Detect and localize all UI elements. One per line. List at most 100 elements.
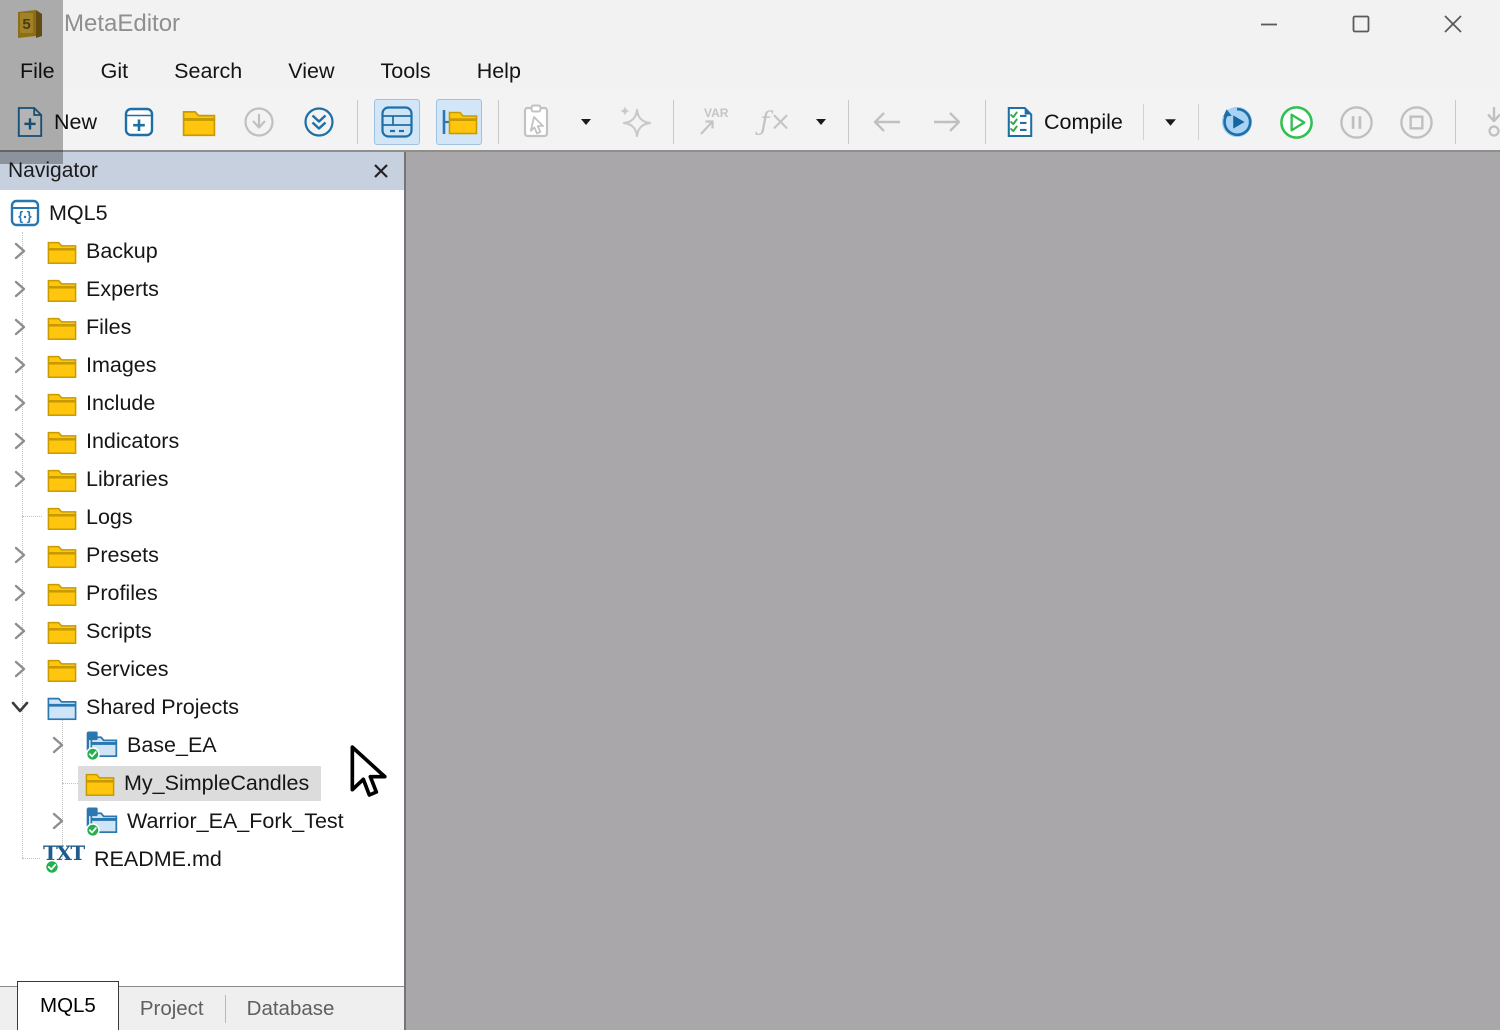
folder-icon <box>47 238 77 265</box>
layout-icon <box>380 105 414 139</box>
debug-restart-icon <box>1219 104 1255 140</box>
open-folder-button[interactable] <box>177 100 221 144</box>
start-button[interactable] <box>1275 100 1319 144</box>
tab-mql5[interactable]: MQL5 <box>17 981 119 1030</box>
tree-item-mql5-root[interactable]: { } MQL5 <box>0 194 404 232</box>
tree-item-shared-projects[interactable]: Shared Projects <box>0 688 404 726</box>
chevron-right-icon[interactable] <box>48 734 72 756</box>
chevron-placeholder <box>48 772 72 794</box>
tree-item-include[interactable]: Include <box>0 384 404 422</box>
menu-view[interactable]: View <box>288 59 334 84</box>
ai-assistant-button <box>613 100 657 144</box>
step-into-icon <box>1479 104 1500 140</box>
download-all-icon <box>302 105 336 139</box>
tree-item-presets[interactable]: Presets <box>0 536 404 574</box>
tree-item-libraries[interactable]: Libraries <box>0 460 404 498</box>
folder-icon <box>47 504 77 531</box>
svg-text:ƒ×: ƒ× <box>755 107 789 137</box>
folder-icon <box>47 428 77 455</box>
tab-label: Project <box>140 997 204 1021</box>
back-arrow-icon <box>869 106 905 138</box>
chevron-placeholder <box>10 848 34 870</box>
navigator-panel: Navigator { } MQL5 Backup <box>0 152 406 1030</box>
tree-item-label: Experts <box>86 277 159 302</box>
toggle-windows-button[interactable] <box>374 99 420 145</box>
pause-icon <box>1338 104 1375 141</box>
chevron-right-icon[interactable] <box>10 278 34 300</box>
minimize-icon <box>1258 13 1280 35</box>
tree-item-backup[interactable]: Backup <box>0 232 404 270</box>
tree-item-services[interactable]: Services <box>0 650 404 688</box>
tree-item-profiles[interactable]: Profiles <box>0 574 404 612</box>
chevron-right-icon[interactable] <box>10 544 34 566</box>
selected-item-highlight[interactable]: My_SimpleCandles <box>78 766 321 801</box>
title-bar: 5 MetaEditor <box>0 0 1500 48</box>
minimize-button[interactable] <box>1252 7 1286 41</box>
forward-arrow-icon <box>929 106 965 138</box>
tree-item-images[interactable]: Images <box>0 346 404 384</box>
paste-button <box>515 100 559 144</box>
watch-variable-button: VAR <box>690 100 734 144</box>
maximize-button[interactable] <box>1344 7 1378 41</box>
function-dropdown-button[interactable] <box>810 100 832 144</box>
chevron-right-icon[interactable] <box>10 582 34 604</box>
open-folder-icon <box>182 107 216 137</box>
navigator-title: Navigator <box>8 159 98 183</box>
tree-item-label: README.md <box>94 847 222 872</box>
start-play-icon <box>1278 104 1315 141</box>
tree-item-label: Scripts <box>86 619 152 644</box>
tree-item-experts[interactable]: Experts <box>0 270 404 308</box>
tree-item-label: Logs <box>86 505 133 530</box>
tree-item-files[interactable]: Files <box>0 308 404 346</box>
chevron-right-icon[interactable] <box>48 810 72 832</box>
chevron-right-icon[interactable] <box>10 354 34 376</box>
tab-database[interactable]: Database <box>226 987 356 1030</box>
tab-project[interactable]: Project <box>119 987 225 1030</box>
chevron-right-icon[interactable] <box>10 658 34 680</box>
chevron-right-icon[interactable] <box>10 430 34 452</box>
navigator-tab-bar: MQL5 Project Database <box>0 986 404 1030</box>
folder-icon <box>47 276 77 303</box>
chevron-right-icon[interactable] <box>10 468 34 490</box>
tree-item-readme[interactable]: TXT README.md <box>0 840 404 878</box>
navigator-header: Navigator <box>0 152 404 190</box>
tree-item-logs[interactable]: Logs <box>0 498 404 536</box>
tree-item-warrior-ea-fork-test[interactable]: Warrior_EA_Fork_Test <box>0 802 404 840</box>
chevron-down-icon[interactable] <box>10 696 34 718</box>
menu-tools[interactable]: Tools <box>380 59 430 84</box>
toggle-navigator-button[interactable] <box>436 99 482 145</box>
close-icon <box>1441 12 1465 36</box>
menu-search[interactable]: Search <box>174 59 242 84</box>
update-all-button[interactable] <box>297 100 341 144</box>
compile-button[interactable]: Compile <box>1002 100 1127 144</box>
tree-item-indicators[interactable]: Indicators <box>0 422 404 460</box>
new-window-icon <box>124 107 154 137</box>
tree-item-base-ea[interactable]: Base_EA <box>0 726 404 764</box>
svg-text:VAR: VAR <box>704 106 729 120</box>
folder-icon <box>47 580 77 607</box>
toolbar-separator <box>673 100 674 144</box>
compile-dropdown-button[interactable] <box>1160 100 1182 144</box>
new-window-button[interactable] <box>117 100 161 144</box>
chevron-right-icon[interactable] <box>10 240 34 262</box>
toolbar: New VAR <box>0 94 1500 152</box>
dropdown-caret-icon <box>815 118 827 126</box>
navigator-close-button[interactable] <box>368 158 394 184</box>
menu-git[interactable]: Git <box>101 59 128 84</box>
navigator-panel-icon <box>440 106 478 138</box>
menu-file[interactable]: File <box>20 59 55 84</box>
folder-icon <box>47 656 77 683</box>
chevron-right-icon[interactable] <box>10 316 34 338</box>
tree-item-scripts[interactable]: Scripts <box>0 612 404 650</box>
start-debug-button[interactable] <box>1215 100 1259 144</box>
folder-icon <box>47 314 77 341</box>
paste-dropdown-button[interactable] <box>575 100 597 144</box>
tab-label: Database <box>247 997 335 1021</box>
chevron-right-icon[interactable] <box>10 620 34 642</box>
menu-help[interactable]: Help <box>477 59 521 84</box>
svg-text:5: 5 <box>22 16 30 33</box>
new-button[interactable]: New <box>12 100 101 144</box>
close-button[interactable] <box>1436 7 1470 41</box>
tree-item-my-simplecandles[interactable]: My_SimpleCandles <box>0 764 404 802</box>
chevron-right-icon[interactable] <box>10 392 34 414</box>
